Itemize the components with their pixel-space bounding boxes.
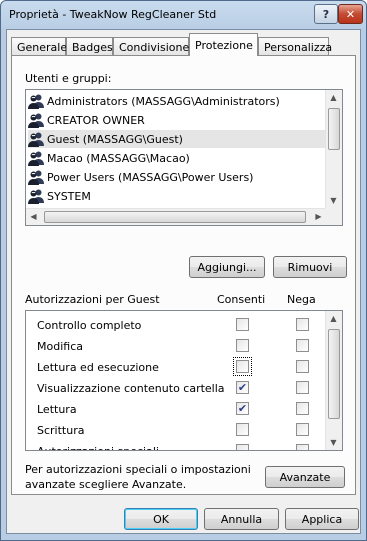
tab-badges[interactable]: Badges <box>66 37 113 56</box>
scroll-corner <box>325 208 342 225</box>
user-name: CREATOR OWNER <box>47 113 145 127</box>
deny-checkbox[interactable] <box>296 381 309 394</box>
scroll-up-icon[interactable]: ▲ <box>326 90 341 105</box>
user-list-item[interactable]: CREATOR OWNER <box>28 111 326 129</box>
user-group-icon <box>28 113 44 128</box>
deny-checkbox[interactable] <box>296 402 309 415</box>
advanced-note: Per autorizzazioni speciali o impostazio… <box>25 463 251 491</box>
scroll-down-icon[interactable]: ▼ <box>326 193 341 208</box>
permission-name: Lettura <box>37 403 77 416</box>
permission-name: Controllo completo <box>37 319 142 332</box>
user-group-icon <box>28 170 44 185</box>
permission-name: Visualizzazione contenuto cartella <box>37 382 225 395</box>
user-group-icon <box>28 132 44 147</box>
user-name: Macao (MASSAGG\Macao) <box>47 151 190 165</box>
user-name: Power Users (MASSAGG\Power Users) <box>47 170 254 184</box>
remove-button[interactable]: Rimuovi <box>273 256 347 278</box>
user-name: SYSTEM <box>47 189 91 203</box>
help-button[interactable]: ? <box>314 4 338 24</box>
tab-protezione[interactable]: Protezione <box>189 33 258 56</box>
user-list-item[interactable]: SYSTEM <box>28 187 326 205</box>
user-group-icon <box>28 189 44 204</box>
allow-checkbox[interactable] <box>236 444 249 450</box>
user-name: Administrators (MASSAGG\Administrators) <box>47 94 280 108</box>
permission-row: Lettura ed esecuzione <box>26 357 326 378</box>
users-hscroll-thumb[interactable] <box>44 211 306 223</box>
permission-row: Lettura ✔ <box>26 399 326 420</box>
permission-row: Autorizzazioni speciali <box>26 441 326 450</box>
deny-checkbox[interactable] <box>296 423 309 436</box>
permission-row: Modifica <box>26 336 326 357</box>
permission-name: Autorizzazioni speciali <box>37 445 159 450</box>
perm-scroll-down-icon[interactable]: ▼ <box>326 435 341 450</box>
dialog-client: Generale Badges Condivisione Protezione … <box>6 29 361 534</box>
title-bar[interactable]: Proprietà - TweakNow RegCleaner Std ? ✕ <box>1 1 366 29</box>
allow-checkbox[interactable] <box>236 318 249 331</box>
apply-button[interactable]: Applica <box>285 508 359 530</box>
allow-checkbox[interactable]: ✔ <box>236 381 249 394</box>
users-horizontal-scrollbar[interactable]: ◀ ▶ <box>26 208 326 225</box>
user-group-icon <box>28 151 44 166</box>
user-list-item[interactable]: Administrators (MASSAGG\Administrators) <box>28 92 326 110</box>
allow-header: Consenti <box>217 293 266 306</box>
users-list[interactable]: Administrators (MASSAGG\Administrators) C… <box>25 89 343 226</box>
deny-checkbox[interactable] <box>296 360 309 373</box>
allow-checkbox[interactable] <box>236 339 249 352</box>
scroll-right-icon[interactable]: ▶ <box>311 209 326 224</box>
ok-button[interactable]: OK <box>124 508 198 530</box>
deny-checkbox[interactable] <box>296 339 309 352</box>
user-list-item[interactable]: Power Users (MASSAGG\Power Users) <box>28 168 326 186</box>
permissions-title: Autorizzazioni per Guest <box>25 293 160 306</box>
tab-condivisione[interactable]: Condivisione <box>113 37 189 56</box>
scroll-left-icon[interactable]: ◀ <box>26 209 41 224</box>
user-list-item[interactable]: Macao (MASSAGG\Macao) <box>28 149 326 167</box>
deny-header: Nega <box>287 293 316 306</box>
close-icon: ✕ <box>345 7 356 21</box>
advanced-button[interactable]: Avanzate <box>265 466 345 488</box>
user-name: Guest (MASSAGG\Guest) <box>47 132 183 146</box>
help-icon: ? <box>322 7 330 21</box>
deny-checkbox[interactable] <box>296 444 309 450</box>
permissions-vertical-scrollbar[interactable]: ▲ ▼ <box>325 311 342 450</box>
permissions-list: Controllo completo Modifica Lettura ed ese… <box>25 310 343 451</box>
tab-generale[interactable]: Generale <box>11 37 67 56</box>
perm-scroll-up-icon[interactable]: ▲ <box>326 311 341 326</box>
permission-row: Visualizzazione contenuto cartella ✔ <box>26 378 326 399</box>
permission-name: Scrittura <box>37 424 85 437</box>
cancel-button[interactable]: Annulla <box>204 508 279 530</box>
protection-panel: Utenti e gruppi: Administrators (MASSAGG… <box>11 55 356 495</box>
window-title: Proprietà - TweakNow RegCleaner Std <box>9 8 217 21</box>
permission-name: Modifica <box>37 340 83 353</box>
permission-row: Scrittura <box>26 420 326 441</box>
add-button[interactable]: Aggiungi... <box>189 256 265 278</box>
users-vscroll-thumb[interactable] <box>328 108 340 150</box>
permission-row: Controllo completo <box>26 315 326 336</box>
close-button[interactable]: ✕ <box>338 4 363 24</box>
permission-name: Lettura ed esecuzione <box>37 361 159 374</box>
allow-checkbox[interactable] <box>236 423 249 436</box>
user-group-icon <box>28 94 44 109</box>
users-vertical-scrollbar[interactable]: ▲ ▼ <box>325 90 342 208</box>
users-label: Utenti e gruppi: <box>25 72 112 85</box>
user-list-item[interactable]: Guest (MASSAGG\Guest) <box>28 130 326 148</box>
permissions-vscroll-thumb[interactable] <box>328 329 340 419</box>
allow-checkbox[interactable]: ✔ <box>236 402 249 415</box>
tab-personalizza[interactable]: Personalizza <box>258 37 332 56</box>
deny-checkbox[interactable] <box>296 318 309 331</box>
allow-checkbox[interactable] <box>233 357 252 376</box>
properties-window: Proprietà - TweakNow RegCleaner Std ? ✕ … <box>0 0 367 541</box>
